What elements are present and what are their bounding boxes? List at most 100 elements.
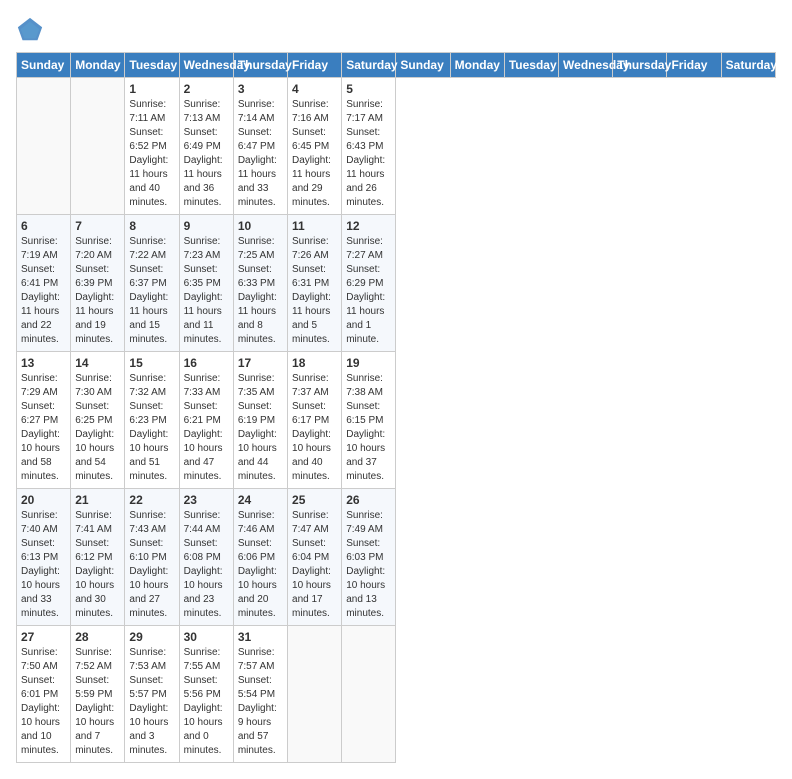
day-number: 3 [238, 82, 283, 96]
week-row-2: 6 Sunrise: 7:19 AM Sunset: 6:41 PM Daylig… [17, 215, 776, 352]
calendar-cell: 20 Sunrise: 7:40 AM Sunset: 6:13 PM Dayli… [17, 489, 71, 626]
cell-content: Sunrise: 7:26 AM Sunset: 6:31 PM Dayligh… [292, 235, 337, 347]
calendar-cell: 28 Sunrise: 7:52 AM Sunset: 5:59 PM Dayli… [71, 626, 125, 763]
calendar-cell: 9 Sunrise: 7:23 AM Sunset: 6:35 PM Daylig… [179, 215, 233, 352]
day-header-thursday: Thursday [233, 53, 287, 78]
logo [16, 16, 48, 44]
day-header-monday: Monday [450, 53, 504, 78]
day-number: 18 [292, 356, 337, 370]
cell-content: Sunrise: 7:55 AM Sunset: 5:56 PM Dayligh… [184, 646, 229, 758]
calendar-cell: 18Sunrise: 7:37 AM Sunset: 6:17 PM Dayli… [288, 352, 342, 489]
cell-content: Sunrise: 7:38 AM Sunset: 6:15 PM Dayligh… [346, 372, 391, 484]
day-number: 2 [184, 82, 229, 96]
day-number: 21 [75, 493, 120, 507]
calendar-cell: 26Sunrise: 7:49 AM Sunset: 6:03 PM Dayli… [342, 489, 396, 626]
cell-content: Sunrise: 7:13 AM Sunset: 6:49 PM Dayligh… [184, 98, 229, 210]
day-header-sunday: Sunday [396, 53, 450, 78]
cell-content: Sunrise: 7:44 AM Sunset: 6:08 PM Dayligh… [184, 509, 229, 621]
day-number: 17 [238, 356, 283, 370]
calendar-cell: 10Sunrise: 7:25 AM Sunset: 6:33 PM Dayli… [233, 215, 287, 352]
cell-content: Sunrise: 7:25 AM Sunset: 6:33 PM Dayligh… [238, 235, 283, 347]
cell-content: Sunrise: 7:53 AM Sunset: 5:57 PM Dayligh… [129, 646, 174, 758]
day-number: 9 [184, 219, 229, 233]
cell-content: Sunrise: 7:30 AM Sunset: 6:25 PM Dayligh… [75, 372, 120, 484]
day-number: 13 [21, 356, 66, 370]
day-number: 12 [346, 219, 391, 233]
calendar-cell: 14 Sunrise: 7:30 AM Sunset: 6:25 PM Dayli… [71, 352, 125, 489]
calendar-cell: 15 Sunrise: 7:32 AM Sunset: 6:23 PM Dayli… [125, 352, 179, 489]
cell-content: Sunrise: 7:40 AM Sunset: 6:13 PM Dayligh… [21, 509, 66, 621]
calendar-table: SundayMondayTuesdayWednesdayThursdayFrid… [16, 52, 776, 763]
day-number: 4 [292, 82, 337, 96]
cell-content: Sunrise: 7:43 AM Sunset: 6:10 PM Dayligh… [129, 509, 174, 621]
day-number: 11 [292, 219, 337, 233]
calendar-cell: 27 Sunrise: 7:50 AM Sunset: 6:01 PM Dayli… [17, 626, 71, 763]
cell-content: Sunrise: 7:52 AM Sunset: 5:59 PM Dayligh… [75, 646, 120, 758]
day-number: 25 [292, 493, 337, 507]
day-number: 8 [129, 219, 174, 233]
day-header-monday: Monday [71, 53, 125, 78]
week-row-5: 27 Sunrise: 7:50 AM Sunset: 6:01 PM Dayli… [17, 626, 776, 763]
calendar-cell [342, 626, 396, 763]
cell-content: Sunrise: 7:32 AM Sunset: 6:23 PM Dayligh… [129, 372, 174, 484]
cell-content: Sunrise: 7:23 AM Sunset: 6:35 PM Dayligh… [184, 235, 229, 347]
calendar-cell: 29 Sunrise: 7:53 AM Sunset: 5:57 PM Dayli… [125, 626, 179, 763]
calendar-cell [71, 78, 125, 215]
day-number: 24 [238, 493, 283, 507]
calendar-cell: 13Sunrise: 7:29 AM Sunset: 6:27 PM Dayli… [17, 352, 71, 489]
day-header-wednesday: Wednesday [179, 53, 233, 78]
calendar-cell [288, 626, 342, 763]
day-header-wednesday: Wednesday [559, 53, 613, 78]
calendar-cell [17, 78, 71, 215]
day-number: 19 [346, 356, 391, 370]
cell-content: Sunrise: 7:49 AM Sunset: 6:03 PM Dayligh… [346, 509, 391, 621]
day-header-saturday: Saturday [342, 53, 396, 78]
page-header [16, 16, 776, 44]
day-number: 28 [75, 630, 120, 644]
week-row-3: 13Sunrise: 7:29 AM Sunset: 6:27 PM Dayli… [17, 352, 776, 489]
cell-content: Sunrise: 7:14 AM Sunset: 6:47 PM Dayligh… [238, 98, 283, 210]
day-number: 14 [75, 356, 120, 370]
day-number: 20 [21, 493, 66, 507]
cell-content: Sunrise: 7:46 AM Sunset: 6:06 PM Dayligh… [238, 509, 283, 621]
week-row-1: 1 Sunrise: 7:11 AM Sunset: 6:52 PM Daylig… [17, 78, 776, 215]
calendar-cell: 19 Sunrise: 7:38 AM Sunset: 6:15 PM Dayli… [342, 352, 396, 489]
calendar-cell: 6 Sunrise: 7:19 AM Sunset: 6:41 PM Daylig… [17, 215, 71, 352]
calendar-cell: 8 Sunrise: 7:22 AM Sunset: 6:37 PM Daylig… [125, 215, 179, 352]
cell-content: Sunrise: 7:20 AM Sunset: 6:39 PM Dayligh… [75, 235, 120, 347]
calendar-cell: 4 Sunrise: 7:16 AM Sunset: 6:45 PM Daylig… [288, 78, 342, 215]
cell-content: Sunrise: 7:19 AM Sunset: 6:41 PM Dayligh… [21, 235, 66, 347]
logo-icon [16, 16, 44, 44]
cell-content: Sunrise: 7:47 AM Sunset: 6:04 PM Dayligh… [292, 509, 337, 621]
day-header-saturday: Saturday [721, 53, 775, 78]
calendar-cell: 31 Sunrise: 7:57 AM Sunset: 5:54 PM Dayli… [233, 626, 287, 763]
cell-content: Sunrise: 7:41 AM Sunset: 6:12 PM Dayligh… [75, 509, 120, 621]
day-header-tuesday: Tuesday [125, 53, 179, 78]
day-number: 16 [184, 356, 229, 370]
calendar-cell: 25 Sunrise: 7:47 AM Sunset: 6:04 PM Dayli… [288, 489, 342, 626]
day-number: 27 [21, 630, 66, 644]
calendar-cell: 7 Sunrise: 7:20 AM Sunset: 6:39 PM Daylig… [71, 215, 125, 352]
cell-content: Sunrise: 7:22 AM Sunset: 6:37 PM Dayligh… [129, 235, 174, 347]
cell-content: Sunrise: 7:11 AM Sunset: 6:52 PM Dayligh… [129, 98, 174, 210]
day-header-sunday: Sunday [17, 53, 71, 78]
cell-content: Sunrise: 7:50 AM Sunset: 6:01 PM Dayligh… [21, 646, 66, 758]
day-number: 7 [75, 219, 120, 233]
day-number: 1 [129, 82, 174, 96]
day-header-friday: Friday [667, 53, 721, 78]
day-number: 15 [129, 356, 174, 370]
calendar-cell: 2 Sunrise: 7:13 AM Sunset: 6:49 PM Daylig… [179, 78, 233, 215]
cell-content: Sunrise: 7:57 AM Sunset: 5:54 PM Dayligh… [238, 646, 283, 758]
day-number: 29 [129, 630, 174, 644]
calendar-cell: 12Sunrise: 7:27 AM Sunset: 6:29 PM Dayli… [342, 215, 396, 352]
cell-content: Sunrise: 7:35 AM Sunset: 6:19 PM Dayligh… [238, 372, 283, 484]
header-row: SundayMondayTuesdayWednesdayThursdayFrid… [17, 53, 776, 78]
calendar-cell: 21 Sunrise: 7:41 AM Sunset: 6:12 PM Dayli… [71, 489, 125, 626]
calendar-cell: 17 Sunrise: 7:35 AM Sunset: 6:19 PM Dayli… [233, 352, 287, 489]
day-number: 31 [238, 630, 283, 644]
cell-content: Sunrise: 7:33 AM Sunset: 6:21 PM Dayligh… [184, 372, 229, 484]
day-number: 30 [184, 630, 229, 644]
day-number: 6 [21, 219, 66, 233]
week-row-4: 20 Sunrise: 7:40 AM Sunset: 6:13 PM Dayli… [17, 489, 776, 626]
cell-content: Sunrise: 7:16 AM Sunset: 6:45 PM Dayligh… [292, 98, 337, 210]
